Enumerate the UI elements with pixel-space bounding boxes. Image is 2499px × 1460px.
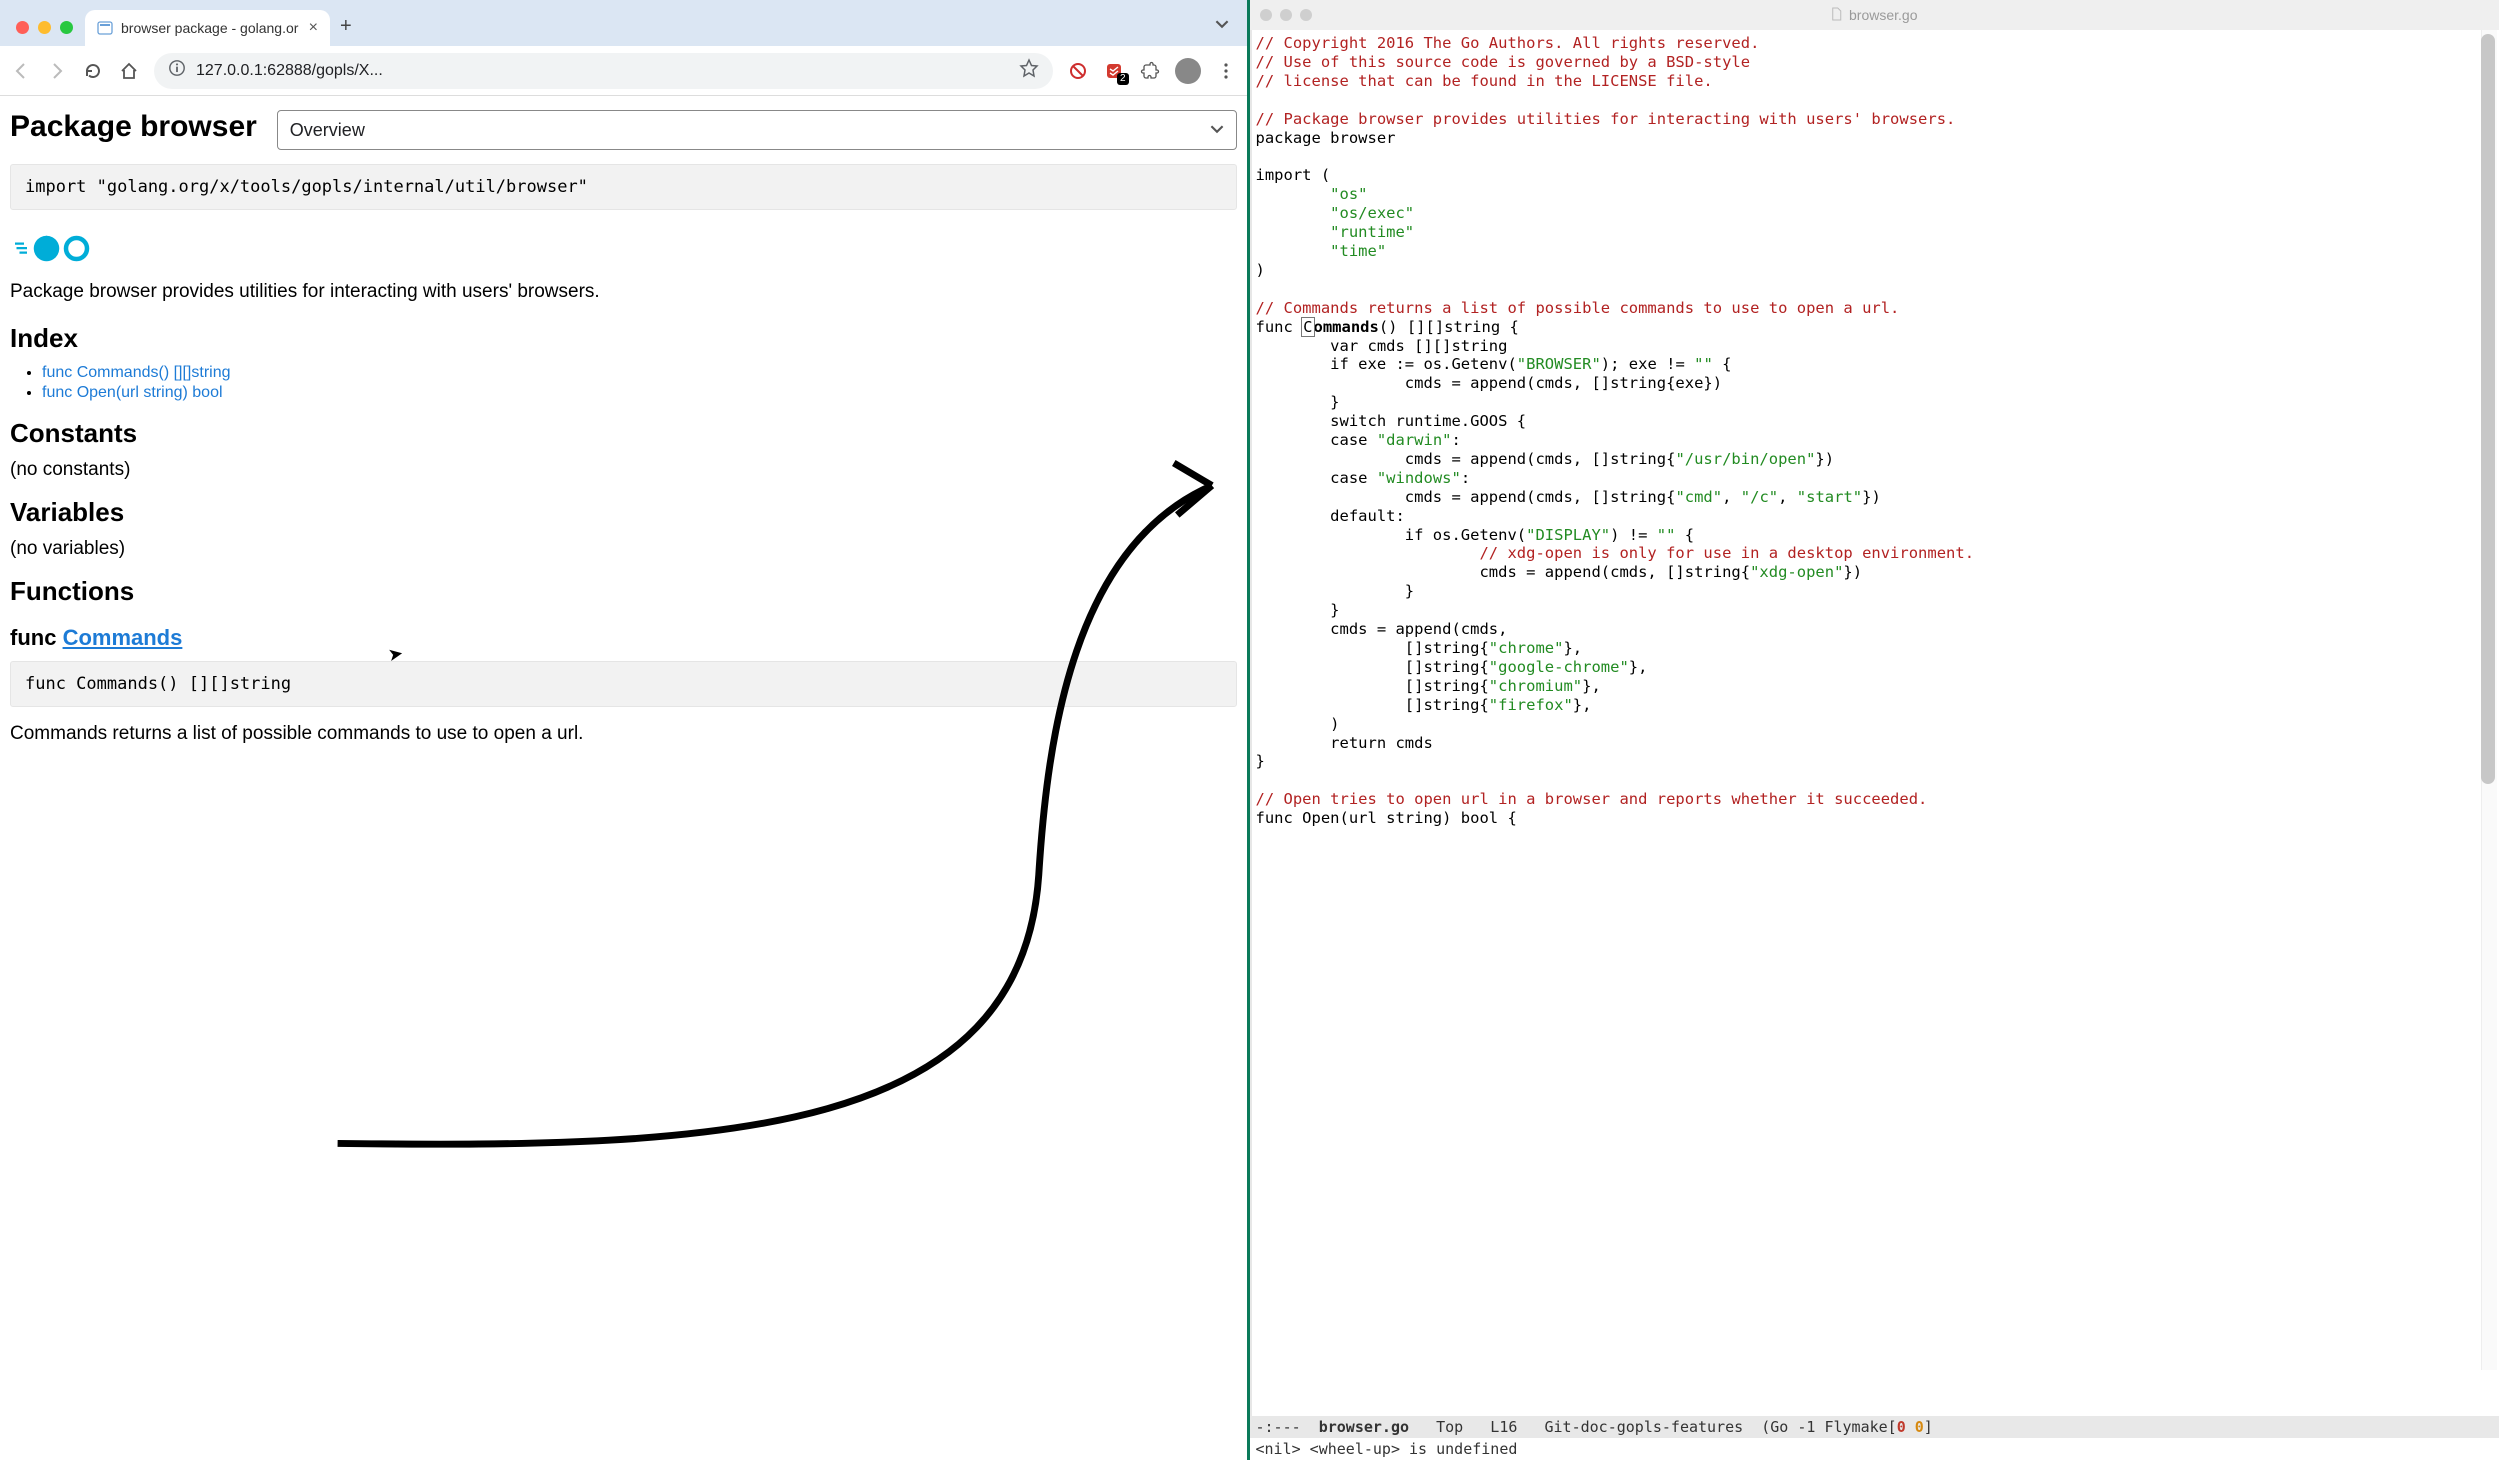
page-content: Package browser Overview import "golang.… [0, 96, 1247, 1460]
index-link-commands[interactable]: func Commands() [][]string [42, 364, 231, 381]
editor-echo-area: <nil> <wheel-up> is undefined [1250, 1438, 2499, 1460]
text-cursor: C [1302, 318, 1313, 336]
editor-window-controls [1260, 9, 1312, 21]
extension-adblock-icon[interactable] [1067, 61, 1089, 81]
tab-strip: browser package - golang.or × + [0, 0, 1247, 46]
constants-heading: Constants [10, 418, 1237, 449]
close-window-button[interactable] [16, 21, 29, 34]
variables-body: (no variables) [10, 538, 1237, 560]
maximize-window-button[interactable] [60, 21, 73, 34]
index-list: func Commands() [][]string func Open(url… [10, 364, 1237, 402]
new-tab-button[interactable]: + [340, 15, 352, 38]
func-commands-signature: func Commands() [][]string [10, 661, 1237, 707]
editor-modeline: -:--- browser.go Top L16 Git-doc-gopls-f… [1250, 1416, 2499, 1438]
editor-window: browser.go // Copyright 2016 The Go Auth… [1250, 0, 2499, 1460]
window-controls [16, 21, 73, 34]
editor-maximize-button[interactable] [1300, 9, 1312, 21]
extension-badge: 2 [1117, 73, 1129, 85]
address-bar[interactable]: 127.0.0.1:62888/gopls/X... [154, 53, 1053, 89]
section-dropdown[interactable]: Overview [277, 110, 1237, 150]
func-commands-description: Commands returns a list of possible comm… [10, 723, 1237, 745]
profile-avatar[interactable] [1175, 58, 1201, 84]
func-commands-heading: func Commands [10, 625, 1237, 651]
bookmark-icon[interactable] [1019, 58, 1039, 83]
tab-close-icon[interactable]: × [309, 19, 318, 37]
extensions-icon[interactable] [1139, 61, 1161, 81]
home-button[interactable] [118, 61, 140, 81]
package-description: Package browser provides utilities for i… [10, 281, 1237, 303]
scrollbar-track[interactable] [2481, 30, 2497, 1370]
code-area[interactable]: // Copyright 2016 The Go Authors. All ri… [1250, 30, 2499, 832]
go-logo [10, 232, 1237, 267]
variables-heading: Variables [10, 497, 1237, 528]
tab-favicon [97, 20, 113, 36]
extension-todoist-icon[interactable]: 2 [1103, 61, 1125, 81]
scrollbar-thumb[interactable] [2481, 34, 2495, 784]
list-item: func Open(url string) bool [42, 384, 1237, 402]
site-info-icon[interactable] [168, 59, 186, 82]
reload-button[interactable] [82, 61, 104, 81]
editor-body[interactable]: // Copyright 2016 The Go Authors. All ri… [1250, 30, 2499, 1416]
chevron-down-icon [1210, 120, 1224, 141]
editor-titlebar: browser.go [1250, 0, 2499, 30]
list-item: func Commands() [][]string [42, 364, 1237, 382]
chrome-window: browser package - golang.or × + 127.0.0.… [0, 0, 1250, 1460]
editor-filename: browser.go [1849, 7, 1917, 23]
minimize-window-button[interactable] [38, 21, 51, 34]
dropdown-value: Overview [290, 120, 365, 141]
tab-title: browser package - golang.or [121, 20, 298, 36]
nav-forward-button[interactable] [46, 61, 68, 81]
page-title: Package browser [10, 110, 257, 144]
func-commands-link[interactable]: Commands [63, 625, 183, 650]
browser-toolbar: 127.0.0.1:62888/gopls/X... 2 [0, 46, 1247, 96]
browser-tab[interactable]: browser package - golang.or × [85, 10, 330, 46]
tab-overflow-icon[interactable] [1215, 17, 1229, 36]
nav-back-button[interactable] [10, 61, 32, 81]
constants-body: (no constants) [10, 459, 1237, 481]
chrome-menu-icon[interactable] [1215, 61, 1237, 81]
functions-heading: Functions [10, 576, 1237, 607]
index-heading: Index [10, 323, 1237, 354]
url-text: 127.0.0.1:62888/gopls/X... [196, 62, 383, 80]
editor-close-button[interactable] [1260, 9, 1272, 21]
import-snippet: import "golang.org/x/tools/gopls/interna… [10, 164, 1237, 210]
editor-minimize-button[interactable] [1280, 9, 1292, 21]
file-icon [1831, 7, 1843, 24]
index-link-open[interactable]: func Open(url string) bool [42, 384, 223, 401]
